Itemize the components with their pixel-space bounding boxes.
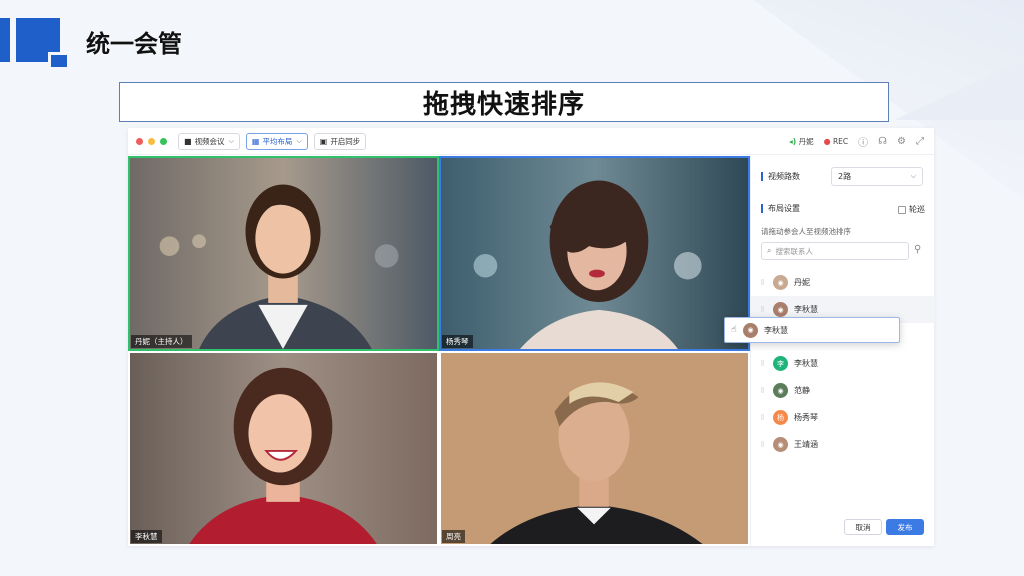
video-grid: 丹妮（主持人） 杨秀琴 李秋慧 周亮 — [128, 156, 750, 546]
rec-dot-icon: ● — [823, 137, 831, 146]
participant-row[interactable]: ⁝⁝ ◉ 范静 — [751, 377, 935, 404]
cancel-button[interactable]: 取消 — [844, 519, 882, 535]
layout-settings-panel: 视频路数 2路 ⌵ 布局设置 轮巡 请拖动参会人至视频池排序 ⌕ 搜索联系人 ⚲… — [750, 156, 935, 546]
headset-icon[interactable]: ☊ — [878, 136, 887, 147]
video-tile[interactable]: 周亮 — [439, 351, 750, 546]
dragging-participant-name: 李秋慧 — [764, 325, 788, 335]
dragging-participant-card[interactable]: ☝ ◉ 李秋慧 — [724, 317, 900, 343]
layout-label: 平均布局 — [262, 136, 293, 146]
rec-indicator[interactable]: ● REC — [824, 137, 849, 146]
carousel-label: 轮巡 — [909, 205, 925, 214]
avatar: 李 — [773, 356, 788, 371]
info-icon[interactable]: ⓘ — [858, 134, 868, 149]
avatar: ◉ — [773, 275, 788, 290]
video-tile-label: 丹妮（主持人） — [131, 335, 192, 348]
contact-search-input[interactable]: ⌕ 搜索联系人 — [761, 242, 909, 260]
drag-handle-icon[interactable]: ⁝⁝ — [751, 305, 773, 314]
sync-label: 开启同步 — [330, 136, 361, 146]
rec-label: REC — [832, 137, 849, 146]
layout-settings-label: 布局设置 — [761, 204, 800, 213]
drag-hand-icon: ☝ — [731, 325, 737, 335]
drag-handle-icon[interactable]: ⁝⁝ — [751, 359, 773, 368]
avatar: ◉ — [773, 302, 788, 317]
avatar: 杨 — [773, 410, 788, 425]
chevron-down-icon: ⌵ — [228, 136, 234, 145]
sync-button[interactable]: ▣ 开启同步 — [313, 132, 367, 150]
active-speaker: ◂) 丹妮 — [789, 136, 814, 147]
fullscreen-icon[interactable]: ⤢ — [916, 136, 924, 147]
active-speaker-name: 丹妮 — [798, 137, 814, 146]
sync-icon: ▣ — [319, 136, 328, 146]
settings-icon[interactable]: ⚙ — [897, 136, 906, 147]
meeting-mode-label: 视频会议 — [194, 136, 225, 146]
avatar: ◉ — [743, 322, 758, 338]
video-tile[interactable]: 杨秀琴 — [439, 156, 750, 351]
filter-icon[interactable]: ⚲ — [914, 244, 921, 255]
signal-icon: ◂) — [788, 137, 797, 146]
chevron-down-icon: ⌵ — [296, 136, 302, 145]
video-tile[interactable]: 李秋慧 — [128, 351, 439, 546]
publish-button[interactable]: 发布 — [886, 519, 924, 535]
video-tile-label: 杨秀琴 — [442, 335, 473, 348]
participant-row[interactable]: ⁝⁝ ◉ 王靖涵 — [751, 431, 935, 458]
participant-video — [441, 353, 748, 544]
participant-name: 范静 — [794, 386, 810, 395]
participant-row[interactable]: ⁝⁝ ◉ 丹妮 — [751, 269, 935, 296]
participant-video — [130, 158, 437, 349]
toolbar: ■ 视频会议 ⌵ ▦ 平均布局 ⌵ ▣ 开启同步 ◂) 丹妮 ● REC ⓘ ☊… — [128, 128, 934, 155]
drag-handle-icon[interactable]: ⁝⁝ — [751, 413, 773, 422]
drag-hint: 请拖动参会人至视频池排序 — [761, 227, 851, 236]
minimize-window-dot[interactable] — [148, 137, 155, 145]
participant-video — [441, 158, 748, 349]
participant-name: 李秋慧 — [794, 305, 818, 314]
participant-row[interactable]: ⁝⁝ 杨 杨秀琴 — [751, 404, 935, 431]
avatar: ◉ — [773, 437, 788, 452]
video-tile-label: 李秋慧 — [131, 530, 162, 543]
participant-video — [130, 353, 437, 544]
section-title: 统一会管 — [86, 30, 182, 58]
chevron-down-icon: ⌵ — [910, 172, 916, 180]
drag-handle-icon[interactable]: ⁝⁝ — [751, 278, 773, 287]
participant-name: 杨秀琴 — [794, 413, 818, 422]
participant-name: 丹妮 — [794, 278, 810, 287]
avatar: ◉ — [773, 383, 788, 398]
maximize-window-dot[interactable] — [160, 137, 167, 145]
participant-name: 李秋慧 — [794, 359, 818, 368]
drag-handle-icon[interactable]: ⁝⁝ — [751, 386, 773, 395]
video-tile[interactable]: 丹妮（主持人） — [128, 156, 439, 351]
meeting-app-window: ■ 视频会议 ⌵ ▦ 平均布局 ⌵ ▣ 开启同步 ◂) 丹妮 ● REC ⓘ ☊… — [128, 128, 935, 546]
brand-logo — [0, 18, 80, 78]
video-routes-value: 2路 — [838, 172, 852, 181]
drag-handle-icon[interactable]: ⁝⁝ — [751, 440, 773, 449]
video-routes-label: 视频路数 — [761, 172, 800, 181]
checkbox-box[interactable] — [898, 205, 906, 214]
layout-dropdown[interactable]: ▦ 平均布局 ⌵ — [245, 132, 308, 150]
participant-name: 王靖涵 — [794, 440, 818, 449]
banner-title: 拖拽快速排序 — [119, 82, 889, 122]
video-tile-label: 周亮 — [442, 530, 465, 543]
grid-icon: ▦ — [251, 136, 260, 146]
meeting-mode-dropdown[interactable]: ■ 视频会议 ⌵ — [178, 132, 240, 150]
video-routes-select[interactable]: 2路 ⌵ — [831, 167, 923, 186]
carousel-checkbox[interactable]: 轮巡 — [898, 204, 925, 215]
close-window-dot[interactable] — [136, 137, 143, 145]
participant-row[interactable]: ⁝⁝ 李 李秋慧 — [751, 350, 935, 377]
camera-icon: ■ — [184, 136, 192, 146]
search-placeholder: 搜索联系人 — [775, 246, 813, 256]
search-icon: ⌕ — [767, 246, 772, 255]
